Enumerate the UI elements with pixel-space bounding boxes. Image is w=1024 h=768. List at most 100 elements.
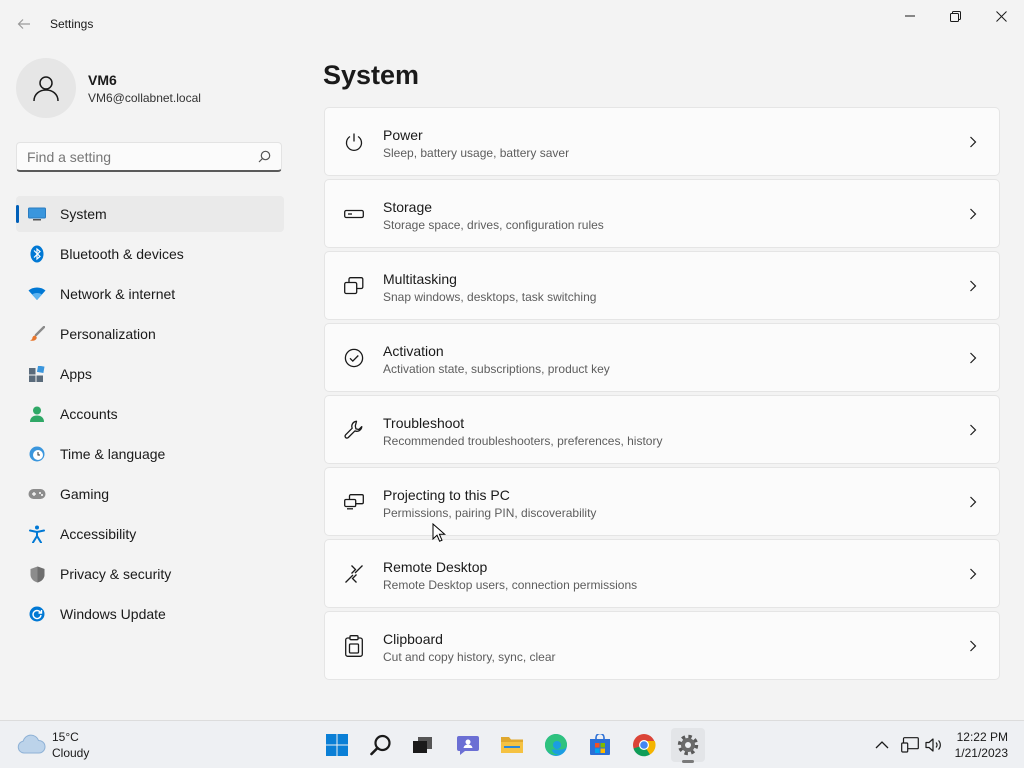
card-power[interactable]: Power Sleep, battery usage, battery save… (324, 107, 1000, 176)
power-icon (343, 131, 365, 153)
sidebar-item-system[interactable]: System (16, 196, 284, 232)
card-remote-desktop[interactable]: Remote Desktop Remote Desktop users, con… (324, 539, 1000, 608)
card-subtitle: Cut and copy history, sync, clear (383, 650, 556, 664)
minimize-icon (905, 15, 915, 17)
close-button[interactable] (978, 0, 1024, 32)
sidebar-item-label: Accessibility (60, 526, 137, 542)
card-title: Troubleshoot (383, 415, 465, 431)
sidebar-item-label: Accounts (60, 406, 118, 422)
person-icon (33, 76, 59, 102)
sidebar-item-label: Personalization (60, 326, 156, 342)
sidebar-item-label: Bluetooth & devices (60, 246, 184, 262)
clock-time[interactable]: 12:22 PM (957, 730, 1008, 744)
sidebar-item-accessibility[interactable]: Accessibility (16, 516, 284, 552)
card-subtitle: Activation state, subscriptions, product… (383, 362, 610, 376)
volume-icon (925, 738, 941, 752)
sidebar-item-apps[interactable]: Apps (16, 356, 284, 392)
mouse-cursor-icon (432, 523, 446, 542)
sidebar-item-privacy-security[interactable]: Privacy & security (16, 556, 284, 592)
chevron-right-icon (967, 135, 979, 149)
close-icon (995, 10, 1007, 22)
settings-app-button[interactable] (671, 728, 705, 763)
sidebar-item-personalization[interactable]: Personalization (16, 316, 284, 352)
card-subtitle: Permissions, pairing PIN, discoverabilit… (383, 506, 597, 520)
chrome-button[interactable] (627, 728, 661, 762)
sidebar-item-label: Apps (60, 366, 92, 382)
file-explorer-button[interactable] (495, 728, 529, 762)
card-title: Power (383, 127, 423, 143)
sidebar-item-time-language[interactable]: Time & language (16, 436, 284, 472)
clipboard-icon (343, 635, 365, 657)
volume-tray-button[interactable] (924, 735, 944, 755)
sidebar-item-label: Network & internet (60, 286, 176, 302)
minimize-button[interactable] (887, 0, 933, 32)
task-view-button[interactable] (406, 728, 440, 762)
avatar[interactable] (16, 58, 76, 118)
sidebar-item-network[interactable]: Network & internet (16, 276, 284, 312)
taskbar-search-button[interactable] (364, 728, 398, 762)
network-tray-button[interactable] (900, 735, 920, 755)
wifi-icon (28, 285, 46, 303)
sidebar-item-label: Gaming (60, 486, 110, 502)
edge-button[interactable] (539, 728, 573, 762)
chevron-up-icon (875, 741, 889, 749)
search-box[interactable] (16, 142, 282, 172)
show-hidden-icons-button[interactable] (872, 735, 892, 755)
chevron-right-icon (967, 207, 979, 221)
sidebar-item-accounts[interactable]: Accounts (16, 396, 284, 432)
edge-icon (545, 734, 567, 756)
taskbar: 15°C Cloudy 12:22 PM 1/21/2023 (0, 720, 1024, 768)
brush-icon (28, 325, 46, 343)
search-input[interactable] (27, 148, 247, 166)
store-button[interactable] (583, 728, 617, 762)
sidebar-item-windows-update[interactable]: Windows Update (16, 596, 284, 632)
card-projecting[interactable]: Projecting to this PC Permissions, pairi… (324, 467, 1000, 536)
windows-start-icon (326, 734, 348, 756)
cloud-icon[interactable] (16, 733, 46, 755)
user-email: VM6@collabnet.local (88, 91, 201, 105)
sidebar-item-bluetooth[interactable]: Bluetooth & devices (16, 236, 284, 272)
card-clipboard[interactable]: Clipboard Cut and copy history, sync, cl… (324, 611, 1000, 680)
card-troubleshoot[interactable]: Troubleshoot Recommended troubleshooters… (324, 395, 1000, 464)
card-subtitle: Sleep, battery usage, battery saver (383, 146, 570, 160)
card-subtitle: Storage space, drives, configuration rul… (383, 218, 604, 232)
update-icon (28, 605, 46, 623)
title-bar: Settings (0, 0, 1024, 48)
chevron-right-icon (967, 567, 979, 581)
start-button[interactable] (320, 728, 354, 762)
sidebar-item-label: Windows Update (60, 606, 166, 622)
accessibility-icon (28, 525, 46, 543)
chevron-right-icon (967, 495, 979, 509)
page-title: System (323, 60, 420, 90)
chat-button[interactable] (451, 728, 485, 762)
storage-icon (343, 203, 365, 225)
person-icon (28, 405, 46, 423)
search-icon (258, 150, 271, 163)
wrench-icon (343, 419, 365, 441)
card-title: Projecting to this PC (383, 487, 510, 503)
shield-icon (28, 565, 46, 583)
chat-icon (457, 736, 479, 755)
back-arrow-icon (17, 19, 30, 29)
back-button[interactable] (12, 12, 36, 36)
monitor-icon (28, 205, 46, 223)
task-view-icon (413, 737, 432, 753)
sidebar-item-gaming[interactable]: Gaming (16, 476, 284, 512)
card-activation[interactable]: Activation Activation state, subscriptio… (324, 323, 1000, 392)
globe-clock-icon (28, 445, 46, 463)
restore-icon (949, 10, 961, 22)
card-title: Activation (383, 343, 444, 359)
weather-condition[interactable]: Cloudy (52, 746, 89, 760)
restore-button[interactable] (932, 0, 978, 32)
chevron-right-icon (967, 351, 979, 365)
sidebar-nav: System Bluetooth & devices Network & int… (16, 196, 284, 636)
card-title: Clipboard (383, 631, 443, 647)
card-multitasking[interactable]: Multitasking Snap windows, desktops, tas… (324, 251, 1000, 320)
card-storage[interactable]: Storage Storage space, drives, configura… (324, 179, 1000, 248)
weather-temperature[interactable]: 15°C (52, 730, 79, 744)
remote-desktop-icon (343, 563, 365, 585)
chevron-right-icon (967, 423, 979, 437)
gamepad-icon (28, 485, 46, 503)
card-title: Multitasking (383, 271, 457, 287)
clock-date[interactable]: 1/21/2023 (955, 746, 1008, 760)
